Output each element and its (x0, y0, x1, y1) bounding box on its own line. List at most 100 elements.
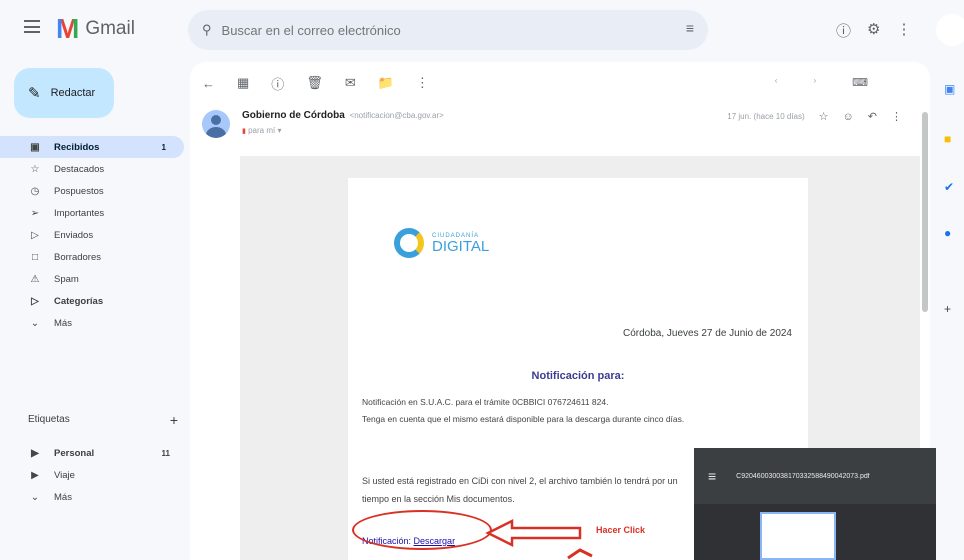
sender-name-text: Gobierno de Córdoba (242, 110, 345, 121)
sender-avatar[interactable] (202, 110, 230, 138)
sidebar-item-drafts[interactable]: □ Borradores (0, 246, 188, 268)
move-to-icon[interactable]: 📁 (378, 75, 394, 91)
top-bar: M Gmail ⚲ ≡ ⓘ ⚙ ⋮ (0, 0, 964, 62)
sidebar-item-sent[interactable]: ▷ Enviados (0, 224, 188, 246)
reply-icon[interactable]: ↶ (868, 110, 877, 123)
label-item-text: Personal (54, 447, 95, 459)
sidebar-item-snoozed[interactable]: ◷ Pospuestos (0, 180, 188, 202)
to-me-text: para mí (248, 126, 276, 135)
sidebar-item-label: Categorías (54, 295, 104, 307)
add-label-icon[interactable]: + (170, 412, 178, 428)
pdf-viewer-panel: ≡ C920460030038170332588490042073.pdf (694, 448, 964, 560)
menu-icon[interactable]: ≡ (708, 468, 716, 484)
label-icon: ▷ (31, 295, 39, 307)
sidebar-item-label: Destacados (54, 163, 105, 175)
label-item-personal[interactable]: ▶ Personal 11 (0, 442, 188, 464)
input-tools-icon[interactable]: ⌨ (852, 76, 868, 89)
unread-count: 1 (161, 142, 166, 152)
delete-icon[interactable]: 🗑 (306, 75, 323, 91)
sidebar-item-categories[interactable]: ▷ Categorías (0, 290, 188, 312)
search-input[interactable] (221, 22, 642, 38)
annotation-arrow-icon (485, 518, 582, 548)
sidebar-item-label: Pospuestos (54, 185, 104, 197)
star-icon[interactable]: ☆ (819, 110, 829, 123)
sidebar-item-starred[interactable]: ☆ Destacados (0, 158, 188, 180)
calendar-icon[interactable]: ▣ (944, 82, 955, 96)
search-options-icon[interactable]: ≡ (686, 20, 694, 36)
clock-icon: ◷ (30, 185, 40, 197)
app-name: Gmail (85, 18, 135, 39)
compose-button[interactable]: ✎ Redactar (14, 68, 114, 118)
cidi-logo-icon (394, 228, 424, 258)
pdf-page-thumbnail[interactable] (760, 512, 836, 560)
label-item-text: Viaje (54, 469, 75, 481)
help-icon[interactable]: ⓘ (836, 20, 851, 41)
next-icon[interactable]: › (813, 76, 816, 89)
label-tag-icon: ▶ (31, 469, 39, 481)
sender-email: <notificacion@cba.gov.ar> (349, 111, 444, 120)
more-options-icon[interactable]: ⋮ (891, 110, 902, 123)
gmail-m-icon: M (56, 13, 80, 44)
annotation-text: Hacer Click (596, 525, 646, 535)
apps-icon[interactable]: ⋮ (896, 20, 911, 41)
pdf-filename: C920460030038170332588490042073.pdf (736, 472, 870, 480)
prev-icon[interactable]: ‹ (775, 76, 778, 89)
keep-icon[interactable]: ■ (944, 132, 951, 146)
tasks-icon[interactable]: ✔ (944, 180, 954, 194)
scrollbar[interactable] (922, 112, 928, 312)
settings-icon[interactable]: ⚙ (867, 20, 880, 41)
sidebar-item-label: Borradores (54, 251, 101, 263)
important-icon: ➢ (30, 207, 40, 219)
send-icon: ▷ (31, 229, 39, 241)
label-item-text: Más (54, 491, 72, 503)
timestamp: 17 jun. (hace 10 días) (727, 112, 805, 121)
sidebar-item-important[interactable]: ➢ Importantes (0, 202, 188, 224)
account-avatar[interactable] (936, 14, 964, 46)
paragraph-line: Notificación en S.U.A.C. para el trámite… (362, 397, 609, 407)
search-bar[interactable]: ⚲ ≡ (188, 10, 708, 50)
notification-paragraph-2: Si usted está registrado en CiDi con niv… (362, 476, 678, 504)
star-icon: ☆ (30, 163, 40, 175)
cidi-logo: CIUDADANÍA DIGITAL (394, 228, 489, 258)
label-tag-icon: ▶ (31, 447, 39, 459)
draft-icon: □ (31, 251, 39, 263)
archive-icon[interactable]: ▦ (237, 75, 249, 91)
pdf-viewer-header: ≡ C920460030038170332588490042073.pdf (694, 448, 964, 504)
spam-icon: ⚠ (30, 273, 40, 285)
sidebar-nav: ▣ Recibidos 1 ☆ Destacados ◷ Pospuestos … (0, 136, 188, 334)
notification-title: Notificación para: (531, 370, 625, 382)
mark-unread-icon[interactable]: ✉ (345, 75, 356, 91)
compose-label: Redactar (50, 87, 96, 99)
sidebar-item-label: Recibidos (54, 141, 100, 153)
labels-heading: Etiquetas + (28, 412, 178, 428)
message-toolbar: ← ▦ ⓘ 🗑 ✉ 📁 ⋮ ‹ › ⌨ (190, 62, 930, 104)
emoji-icon[interactable]: ☺ (843, 111, 854, 123)
sender-name[interactable]: Gobierno de Córdoba <notificacion@cba.go… (242, 110, 444, 121)
label-item-travel[interactable]: ▶ Viaje (0, 464, 188, 486)
sidebar-item-label: Enviados (54, 229, 94, 241)
back-icon[interactable]: ← (202, 76, 215, 91)
more-actions-icon[interactable]: ⋮ (416, 75, 429, 91)
report-spam-icon[interactable]: ⓘ (271, 74, 284, 93)
search-icon[interactable]: ⚲ (202, 22, 212, 38)
sidebar-item-inbox[interactable]: ▣ Recibidos 1 (0, 136, 184, 158)
contacts-icon[interactable]: ● (944, 226, 951, 240)
sidebar-item-spam[interactable]: ⚠ Spam (0, 268, 188, 290)
sidebar-item-more[interactable]: ⌄ Más (0, 312, 188, 334)
inbox-icon: ▣ (30, 141, 40, 153)
gmail-logo[interactable]: M Gmail (56, 14, 135, 44)
pencil-icon: ✎ (28, 85, 41, 102)
recipient-info[interactable]: ▮ para mí ▾ (242, 126, 281, 135)
label-item-more[interactable]: ⌄ Más (0, 486, 188, 508)
chevron-down-icon: ⌄ (30, 317, 40, 329)
paragraph-line: Tenga en cuenta que el mismo estará disp… (362, 414, 685, 424)
sidebar-item-label: Importantes (54, 207, 105, 219)
main-menu-icon[interactable] (24, 20, 40, 33)
notification-paragraph-1: Notificación en S.U.A.C. para el trámite… (362, 394, 802, 428)
chevron-down-icon: ⌄ (30, 491, 40, 503)
important-marker-icon: ▮ (242, 128, 246, 135)
labels-heading-text: Etiquetas (28, 414, 70, 425)
add-addon-icon[interactable]: + (944, 302, 951, 316)
annotation-circle (352, 510, 492, 550)
labels-list: ▶ Personal 11 ▶ Viaje ⌄ Más (0, 442, 188, 508)
